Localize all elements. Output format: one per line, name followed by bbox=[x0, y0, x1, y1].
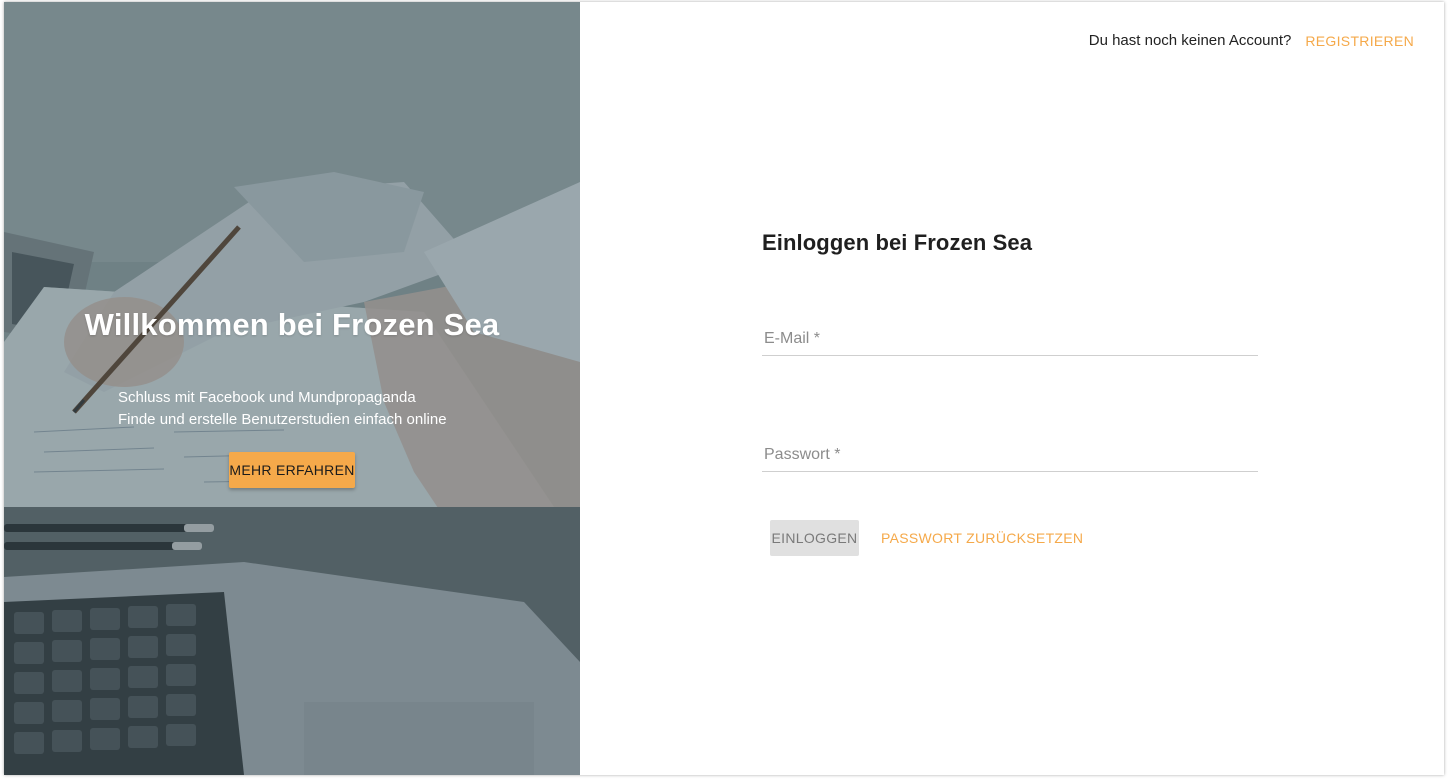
login-title: Einloggen bei Frozen Sea bbox=[762, 230, 1033, 255]
hero-title: Willkommen bei Frozen Sea bbox=[84, 307, 500, 342]
hero-subtitle-line-1: Schluss mit Facebook und Mundpropaganda bbox=[118, 389, 416, 406]
email-field[interactable]: E-Mail * bbox=[762, 325, 1262, 357]
app-window: Willkommen bei Frozen Sea Schluss mit Fa… bbox=[4, 2, 1444, 775]
login-actions: EINLOGGEN PASSWORT ZURÜCKSETZEN bbox=[770, 520, 1083, 556]
no-account-text: Du hast noch keinen Account? bbox=[1088, 32, 1292, 49]
register-prompt: Du hast noch keinen Account? REGISTRIERE… bbox=[1089, 32, 1414, 49]
password-input[interactable] bbox=[762, 441, 1262, 473]
login-panel: Du hast noch keinen Account? REGISTRIERE… bbox=[580, 2, 1444, 775]
hero-subtitle-line-2: Finde und erstelle Benutzerstudien einfa… bbox=[118, 411, 447, 428]
register-link[interactable]: REGISTRIEREN bbox=[1305, 33, 1414, 49]
learn-more-button[interactable]: MEHR ERFAHREN bbox=[229, 452, 355, 488]
reset-password-link[interactable]: PASSWORT ZURÜCKSETZEN bbox=[881, 530, 1083, 546]
login-button[interactable]: EINLOGGEN bbox=[770, 520, 859, 556]
hero-content: Willkommen bei Frozen Sea Schluss mit Fa… bbox=[4, 2, 580, 775]
email-input[interactable] bbox=[762, 325, 1262, 357]
hero-subtitle: Schluss mit Facebook und Mundpropaganda … bbox=[118, 387, 447, 431]
hero-panel: Willkommen bei Frozen Sea Schluss mit Fa… bbox=[4, 2, 580, 775]
password-field[interactable]: Passwort * bbox=[762, 441, 1262, 473]
